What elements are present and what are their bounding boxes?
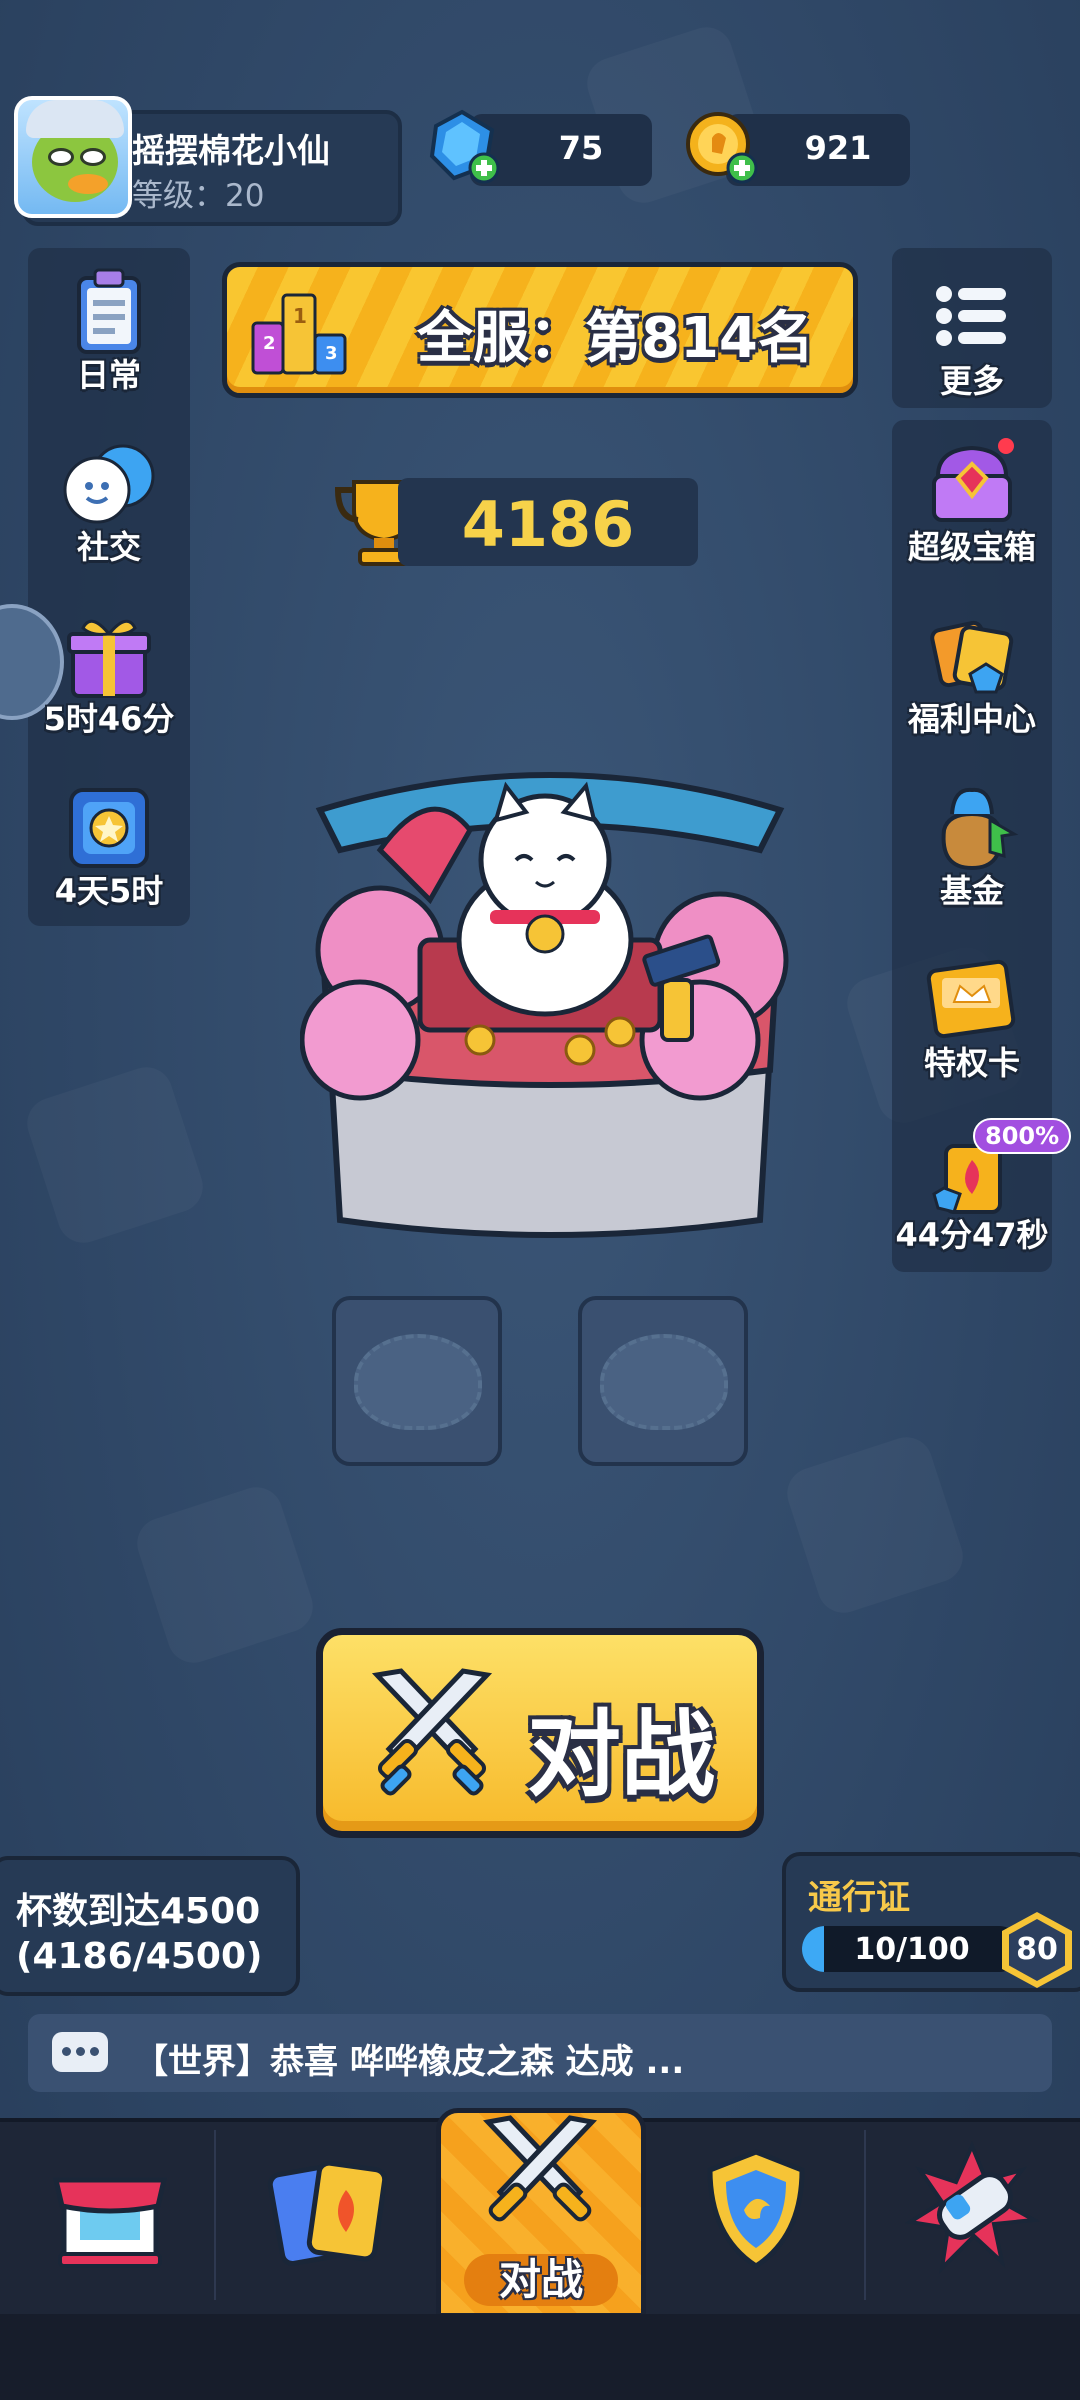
gift-box-icon [67, 619, 151, 698]
clipboard-icon [77, 268, 141, 354]
battle-button[interactable]: 对战 [316, 1628, 764, 1838]
chat-bubbles-icon [63, 444, 155, 524]
nav-separator [864, 2130, 866, 2300]
boost-badge: 800% [973, 1118, 1072, 1154]
coin-count: 921 [804, 129, 872, 167]
battle-pass-level-badge: 80 [1002, 1912, 1072, 1988]
fund-bag-icon [941, 787, 1019, 871]
battle-swords-icon [482, 2115, 598, 2222]
super-chest-button[interactable]: 超级宝箱 [887, 436, 1057, 568]
svg-text:3: 3 [325, 343, 338, 364]
chat-message: 【世界】恭喜 哗哗橡皮之森 达成 ... [134, 2042, 685, 2082]
more-button[interactable]: 更多 [887, 270, 1057, 402]
coin-add-icon[interactable] [682, 108, 758, 184]
boost-offer-button[interactable]: 800% 44分47秒 [887, 1118, 1072, 1256]
cards-icon[interactable] [258, 2140, 398, 2280]
nav-separator [214, 2130, 216, 2300]
rocket-fist-icon[interactable] [902, 2140, 1042, 2280]
empty-slot-left[interactable] [332, 1296, 502, 1466]
battle-pass-panel[interactable]: 通行证 10/100 80 [782, 1852, 1080, 1992]
player-level: 等级：20 [132, 178, 265, 214]
privilege-card-button[interactable]: 特权卡 [887, 952, 1057, 1084]
trophy-goal-progress: (4186/4500) [16, 1936, 263, 1977]
rank-text: 全服：第814名 [417, 306, 814, 371]
empty-slot-right[interactable] [578, 1296, 748, 1466]
battle-pass-progress-bar: 10/100 [802, 1926, 1022, 1972]
player-avatar[interactable] [14, 96, 132, 218]
gift-timer-button[interactable]: 5时46分 [24, 608, 194, 740]
world-chat-ticker[interactable]: 【世界】恭喜 哗哗橡皮之森 达成 ... [28, 2014, 1052, 2092]
fund-button[interactable]: 基金 [887, 780, 1057, 912]
trophy-count: 4186 [461, 488, 635, 561]
gem-count: 75 [558, 129, 604, 167]
clan-shield-icon[interactable] [686, 2140, 826, 2280]
battle-pass-level: 80 [1016, 1932, 1058, 1967]
system-bottom-strip [0, 2314, 1080, 2400]
star-card-icon [69, 788, 149, 868]
svg-text:1: 1 [293, 304, 307, 328]
chat-icon [52, 2032, 108, 2072]
welfare-icon [930, 620, 1014, 694]
menu-list-icon [936, 286, 1006, 346]
daily-button[interactable]: 日常 [24, 264, 194, 396]
battle-pass-progress-text: 10/100 [854, 1932, 970, 1967]
gem-add-icon[interactable] [424, 108, 500, 184]
welfare-center-button[interactable]: 福利中心 [887, 608, 1057, 740]
svg-text:2: 2 [263, 333, 276, 354]
rank-banner[interactable]: 2 1 3 全服：第814名 [222, 262, 858, 398]
privilege-card-icon [926, 959, 1016, 1039]
nav-battle-label: 对战 [464, 2254, 618, 2306]
player-name: 摇摆棉花小仙 [132, 131, 330, 170]
super-chest-icon [932, 438, 1014, 522]
trophy-count-box[interactable]: 4186 [398, 478, 698, 566]
trophy-goal-title: 杯数到达4500 [16, 1891, 261, 1932]
lucky-cat-arena[interactable] [300, 750, 800, 1240]
social-button[interactable]: 社交 [24, 436, 194, 568]
battle-pass-title: 通行证 [808, 1878, 910, 1918]
star-card-button[interactable]: 4天5时 [24, 780, 194, 912]
shop-icon[interactable] [40, 2140, 180, 2280]
podium-icon: 2 1 3 [251, 293, 347, 375]
crossed-swords-icon [371, 1668, 493, 1796]
battle-label: 对战 [527, 1701, 716, 1810]
trophy-goal-panel[interactable]: 杯数到达4500 (4186/4500) [0, 1856, 300, 1996]
